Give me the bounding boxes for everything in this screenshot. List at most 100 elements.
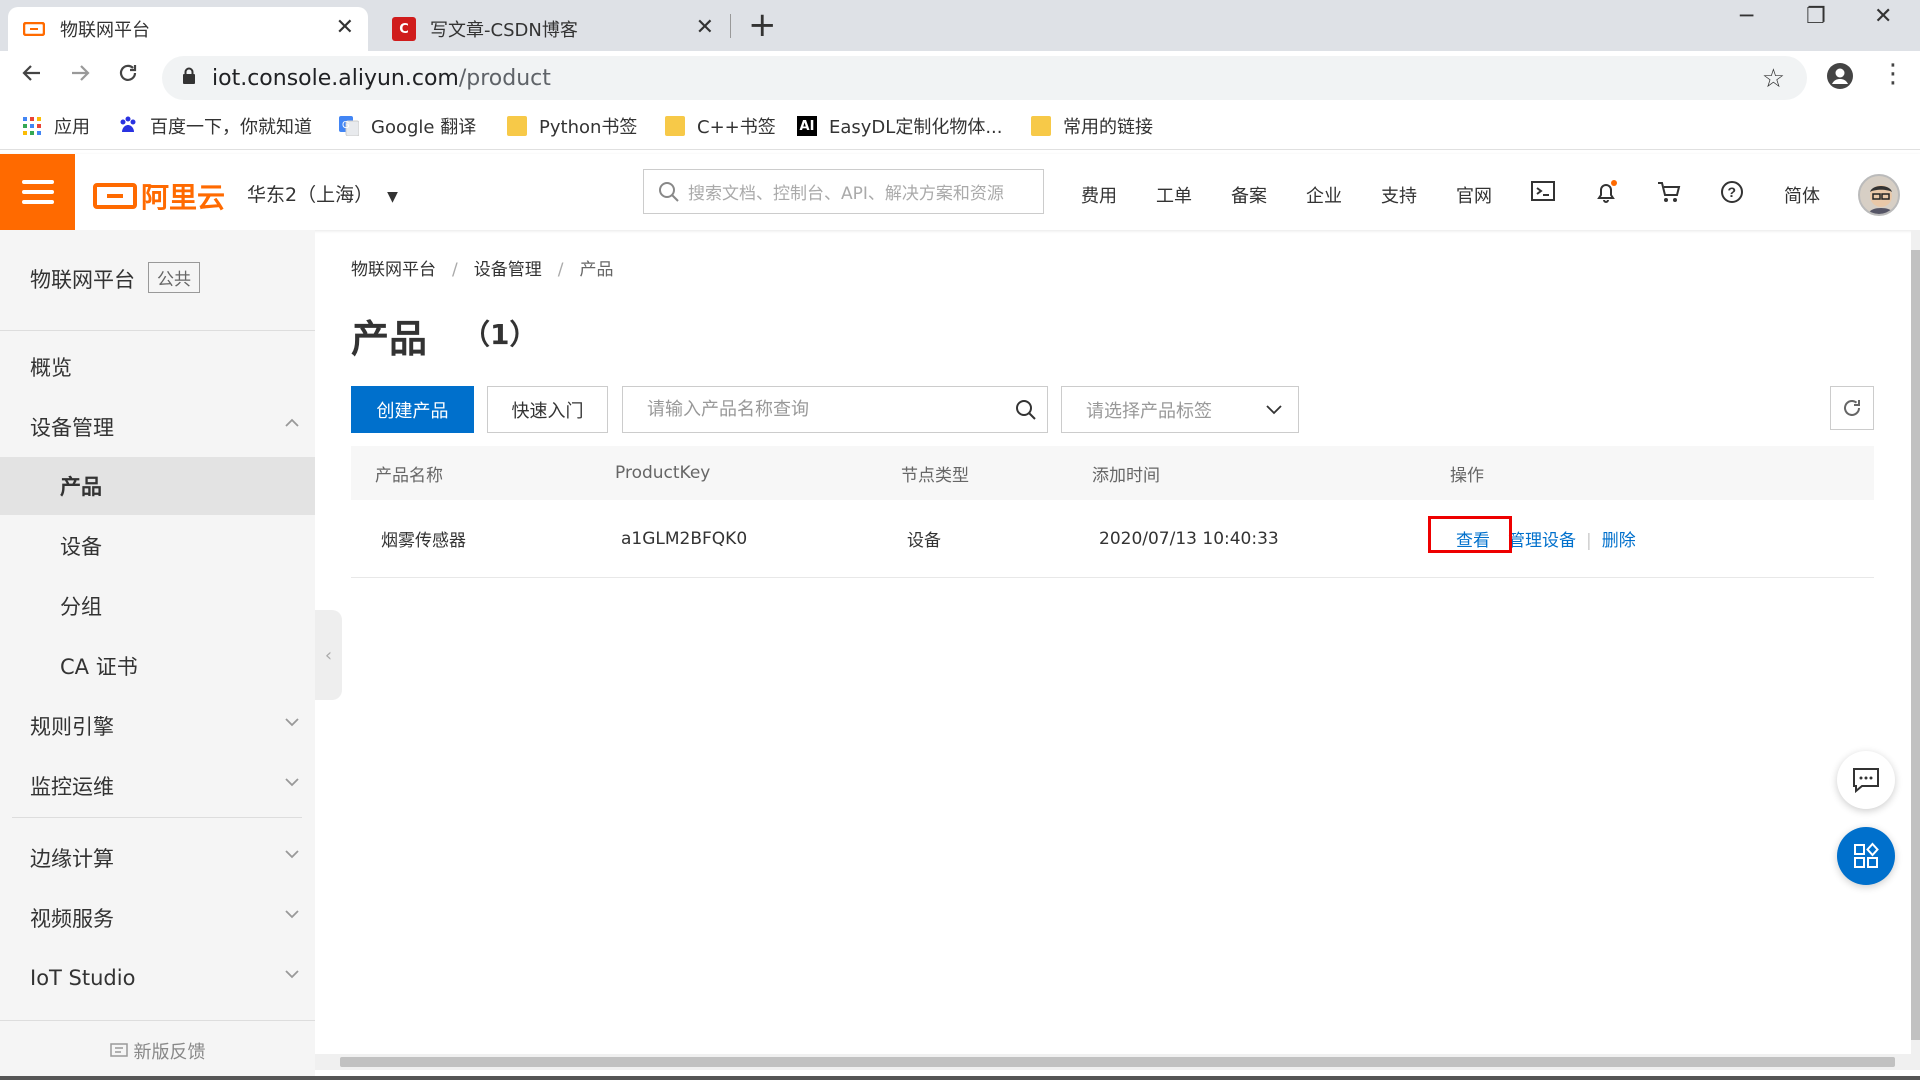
header-link-support[interactable]: 支持 [1381, 182, 1417, 208]
feedback-button[interactable]: 新版反馈 [0, 1020, 315, 1080]
sidebar-collapse-toggle[interactable]: ‹ [315, 610, 342, 700]
sidebar: 物联网平台 公共 概览 设备管理 产品 设备 分组 CA 证书 规则引擎 监控运… [0, 230, 315, 1080]
sidebar-item-device-management[interactable]: 设备管理 [0, 398, 315, 456]
bookmark-label: 应用 [54, 117, 90, 138]
bookmark-easydl[interactable]: AI EasyDL定制化物体... [797, 113, 1003, 139]
sidebar-item-devices[interactable]: 设备 [0, 517, 315, 575]
address-bar[interactable]: iot.console.aliyun.com/product ☆ [162, 56, 1807, 100]
header-link-tickets[interactable]: 工单 [1156, 182, 1192, 208]
horizontal-scrollbar[interactable] [315, 1054, 1920, 1070]
divider [0, 330, 315, 331]
back-icon[interactable] [20, 61, 44, 92]
manage-devices-link[interactable]: 管理设备 [1508, 531, 1576, 551]
svg-text:G: G [342, 120, 350, 131]
feedback-label: 新版反馈 [133, 1041, 206, 1063]
select-placeholder: 请选择产品标签 [1086, 400, 1212, 422]
vertical-scrollbar[interactable] [1911, 230, 1920, 1060]
bookmark-star-icon[interactable]: ☆ [1762, 64, 1785, 94]
help-icon[interactable]: ? [1720, 180, 1744, 210]
chat-button[interactable] [1837, 751, 1895, 809]
delete-link[interactable]: 删除 [1602, 531, 1636, 551]
sidebar-item-rule-engine[interactable]: 规则引擎 [0, 697, 315, 755]
sidebar-item-label: IoT Studio [30, 966, 136, 990]
aliyun-icon [22, 17, 46, 41]
chevron-down-icon [285, 778, 299, 787]
cell-created-time: 2020/07/13 10:40:33 [1099, 528, 1279, 549]
bookmark-google-translate[interactable]: G Google 翻译 [339, 113, 476, 139]
header-link-icp[interactable]: 备案 [1231, 182, 1267, 208]
search-icon [659, 182, 679, 202]
search-icon[interactable] [1014, 398, 1038, 422]
lock-icon [183, 67, 195, 84]
cell-node-type: 设备 [907, 531, 941, 551]
bookmark-common-links[interactable]: 常用的链接 [1031, 113, 1153, 139]
language-switch[interactable]: 简体 [1784, 182, 1820, 208]
sidebar-item-overview[interactable]: 概览 [0, 338, 315, 396]
sidebar-title: 物联网平台 [30, 268, 135, 292]
breadcrumb-separator: / [557, 260, 564, 280]
apps-grid-icon [23, 117, 41, 135]
forward-icon[interactable] [68, 61, 92, 92]
sidebar-item-edge-computing[interactable]: 边缘计算 [0, 829, 315, 887]
column-header: 节点类型 [901, 465, 969, 486]
avatar[interactable] [1858, 174, 1900, 216]
column-header: 操作 [1450, 465, 1484, 486]
sidebar-item-groups[interactable]: 分组 [0, 577, 315, 635]
product-tag-select[interactable]: 请选择产品标签 [1061, 386, 1299, 433]
create-product-button[interactable]: 创建产品 [351, 386, 474, 433]
bookmark-baidu[interactable]: 百度一下，你就知道 [118, 113, 312, 139]
sidebar-item-label: 边缘计算 [30, 847, 114, 871]
browser-menu-icon[interactable]: ⋮ [1880, 59, 1906, 89]
browser-tab-csdn[interactable]: C 写文章-CSDN博客 ✕ [378, 7, 728, 51]
bookmark-python[interactable]: Python书签 [507, 113, 637, 139]
refresh-button[interactable] [1830, 386, 1874, 430]
breadcrumb-item[interactable]: 设备管理 [474, 260, 542, 280]
cell-product-key: a1GLM2BFQK0 [621, 528, 748, 549]
window-close-icon[interactable]: ✕ [1874, 4, 1892, 29]
quick-start-button[interactable]: 快速入门 [487, 386, 608, 433]
logo-text: 阿里云 [141, 181, 226, 214]
bookmark-cpp[interactable]: C++书签 [665, 113, 776, 139]
region-selector[interactable]: 华东2（上海） ▼ [247, 180, 398, 207]
sidebar-item-label: 分组 [60, 595, 102, 619]
restore-icon[interactable]: ❐ [1806, 4, 1826, 29]
table-header: 产品名称 ProductKey 节点类型 添加时间 操作 [351, 446, 1874, 500]
minimize-icon[interactable]: ─ [1740, 4, 1753, 29]
chevron-left-icon: ‹ [324, 644, 333, 666]
column-header: 产品名称 [375, 465, 443, 486]
breadcrumb-separator: / [452, 260, 458, 280]
sidebar-item-video-service[interactable]: 视频服务 [0, 889, 315, 947]
close-tab-icon[interactable]: ✕ [336, 15, 354, 40]
breadcrumb-item[interactable]: 物联网平台 [351, 260, 436, 280]
menu-toggle-button[interactable] [0, 154, 75, 230]
new-tab-icon[interactable]: + [748, 6, 777, 44]
sidebar-item-products[interactable]: 产品 [0, 457, 315, 515]
region-label: 华东2（上海） [247, 184, 374, 206]
sidebar-item-ca-cert[interactable]: CA 证书 [0, 637, 315, 695]
column-header: 添加时间 [1092, 465, 1160, 486]
scrollbar-thumb[interactable] [340, 1057, 1895, 1067]
close-tab-icon[interactable]: ✕ [696, 15, 714, 40]
sidebar-item-label: 设备管理 [30, 416, 114, 440]
product-search-input[interactable] [622, 386, 1048, 433]
header-link-fees[interactable]: 费用 [1081, 182, 1117, 208]
sidebar-item-monitoring[interactable]: 监控运维 [0, 757, 315, 815]
bookmark-apps[interactable]: 应用 [22, 113, 90, 139]
cart-icon[interactable] [1657, 180, 1681, 210]
bookmark-label: C++书签 [697, 117, 776, 138]
scrollbar-thumb[interactable] [1911, 250, 1920, 1040]
bell-icon[interactable] [1594, 180, 1618, 210]
profile-icon[interactable] [1826, 62, 1854, 97]
reload-icon[interactable] [116, 61, 140, 92]
browser-tab-iot[interactable]: 物联网平台 ✕ [8, 7, 368, 51]
header-link-enterprise[interactable]: 企业 [1306, 182, 1342, 208]
aliyun-logo[interactable]: 阿里云 [93, 176, 225, 216]
terminal-icon[interactable] [1531, 180, 1555, 208]
header-link-official[interactable]: 官网 [1456, 182, 1492, 208]
sidebar-item-iot-studio[interactable]: IoT Studio [0, 949, 315, 1007]
apps-button[interactable] [1837, 827, 1895, 885]
highlight-box [1428, 516, 1512, 553]
global-search-input[interactable]: 搜索文档、控制台、API、解决方案和资源 [643, 169, 1044, 214]
feedback-icon [109, 1042, 128, 1057]
folder-icon [1031, 116, 1051, 136]
